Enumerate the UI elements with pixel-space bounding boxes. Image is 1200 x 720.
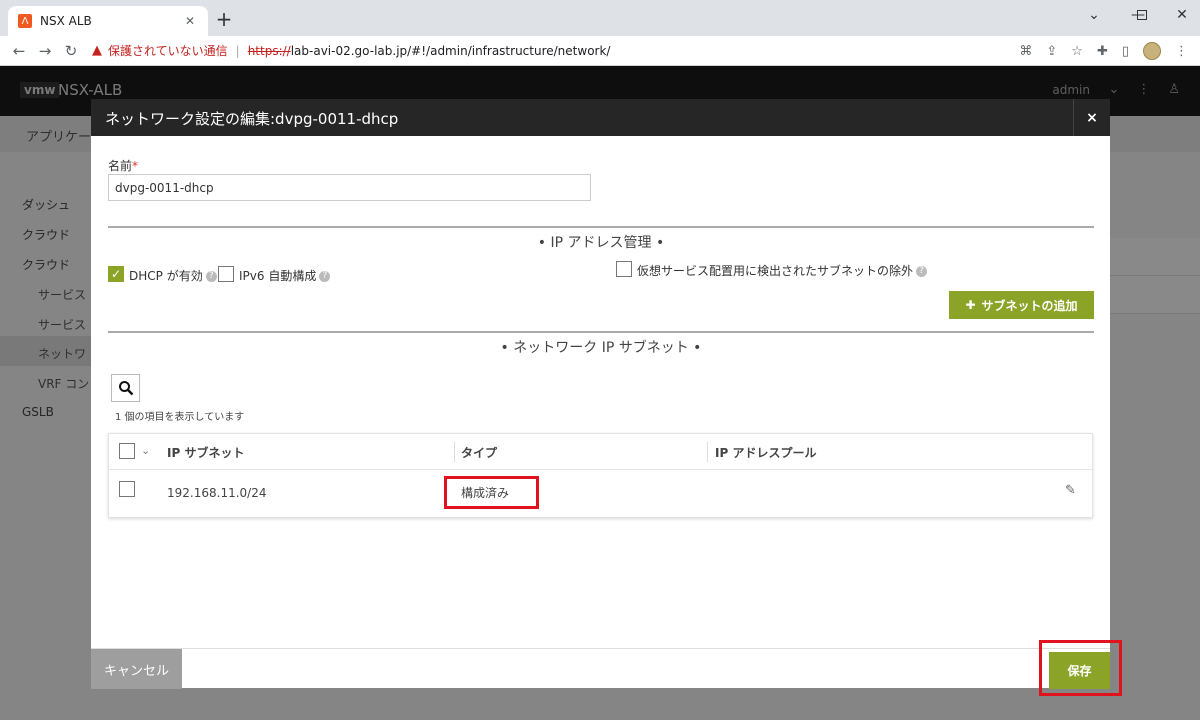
share-icon[interactable]: ⇪	[1046, 44, 1057, 59]
ipv6-label: IPv6 自動構成?	[239, 267, 331, 284]
plus-icon: ✚	[965, 298, 976, 312]
edit-pencil-icon[interactable]: ✎	[1065, 483, 1076, 498]
close-window-icon[interactable]: ✕	[1162, 0, 1200, 30]
help-icon: ?	[916, 266, 928, 277]
url-separator: |	[235, 43, 240, 58]
chevron-down-icon[interactable]: ⌄	[141, 444, 150, 457]
bookmark-star-icon[interactable]: ☆	[1071, 44, 1083, 59]
extensions-icon[interactable]: ✚	[1097, 44, 1108, 59]
tab-title: NSX ALB	[40, 14, 92, 28]
column-header-pool[interactable]: IP アドレスプール	[715, 444, 816, 461]
add-subnet-button[interactable]: ✚ サブネットの追加	[949, 291, 1094, 319]
ipv6-checkbox[interactable]	[218, 266, 234, 282]
dhcp-label: DHCP が有効?	[129, 267, 217, 284]
translate-icon[interactable]: ⌘	[1019, 44, 1032, 59]
back-icon[interactable]: ←	[6, 42, 32, 60]
maximize-icon[interactable]	[1122, 0, 1162, 30]
column-header-type[interactable]: タイプ	[461, 444, 497, 461]
url-scheme: https://	[247, 43, 291, 58]
name-input[interactable]	[108, 174, 591, 201]
section-divider	[108, 331, 1094, 333]
modal-title: ネットワーク設定の編集:dvpg-0011-dhcp	[105, 110, 399, 128]
forward-icon[interactable]: →	[32, 42, 58, 60]
browser-tab[interactable]: Λ NSX ALB ✕	[8, 6, 208, 36]
subnet-table: ⌄ IP サブネット タイプ IP アドレスプール 192.168.11.0/2…	[108, 433, 1093, 518]
search-icon	[118, 381, 133, 396]
cell-subnet: 192.168.11.0/24	[167, 486, 267, 500]
ip-management-section-title: • IP アドレス管理 •	[537, 235, 665, 251]
search-button[interactable]	[111, 374, 140, 402]
help-icon: ?	[319, 271, 331, 282]
table-row: 192.168.11.0/24 構成済み ✎	[109, 470, 1092, 517]
modal-close-icon[interactable]: ×	[1073, 99, 1110, 136]
item-count: 1 個の項目を表示しています	[115, 412, 245, 423]
row-checkbox[interactable]	[119, 481, 135, 497]
exclude-subnets-checkbox[interactable]	[616, 261, 632, 277]
dhcp-checkbox[interactable]: ✓	[108, 266, 124, 282]
insecure-label: 保護されていない通信	[108, 44, 228, 58]
modal-footer: キャンセル 保存	[91, 648, 1110, 689]
subnet-section-title: • ネットワーク IP サブネット •	[500, 340, 702, 356]
menu-kebab-icon[interactable]: ⋮	[1175, 44, 1188, 59]
section-divider	[108, 226, 1094, 228]
browser-tab-bar: Λ NSX ALB ✕ + ⌄ — ✕	[0, 0, 1200, 36]
edit-network-modal: ネットワーク設定の編集:dvpg-0011-dhcp × 名前* • IP アド…	[91, 99, 1110, 689]
type-highlight-box	[444, 476, 539, 509]
new-tab-icon[interactable]: +	[214, 9, 234, 29]
warning-icon: ▲	[92, 43, 102, 58]
table-header: ⌄ IP サブネット タイプ IP アドレスプール	[109, 434, 1092, 470]
column-header-subnet[interactable]: IP サブネット	[167, 444, 244, 461]
select-all-checkbox[interactable]	[119, 443, 135, 459]
reload-icon[interactable]: ↻	[58, 42, 84, 60]
column-separator	[707, 442, 708, 462]
profile-avatar[interactable]	[1143, 42, 1161, 60]
address-bar: ← → ↻ ▲ 保護されていない通信 | https:// lab-avi-02…	[0, 36, 1200, 66]
url-input[interactable]: ▲ 保護されていない通信 | https:// lab-avi-02.go-la…	[92, 39, 1072, 63]
save-highlight-box	[1039, 640, 1122, 696]
nsx-favicon-icon: Λ	[18, 14, 32, 28]
browser-actions: ⌘ ⇪ ☆ ✚ ▯ ⋮	[1019, 36, 1188, 66]
name-label: 名前*	[108, 159, 139, 173]
cancel-button[interactable]: キャンセル	[91, 649, 182, 689]
tab-close-icon[interactable]: ✕	[182, 14, 198, 28]
url-path: lab-avi-02.go-lab.jp/#!/admin/infrastruc…	[290, 43, 611, 58]
exclude-subnets-label: 仮想サービス配置用に検出されたサブネットの除外?	[637, 262, 928, 279]
help-icon: ?	[205, 271, 217, 282]
modal-header: ネットワーク設定の編集:dvpg-0011-dhcp ×	[91, 99, 1110, 136]
tab-search-icon[interactable]: ⌄	[1074, 0, 1114, 30]
column-separator	[454, 442, 455, 462]
required-mark: *	[132, 159, 139, 173]
sidepanel-icon[interactable]: ▯	[1122, 44, 1129, 59]
